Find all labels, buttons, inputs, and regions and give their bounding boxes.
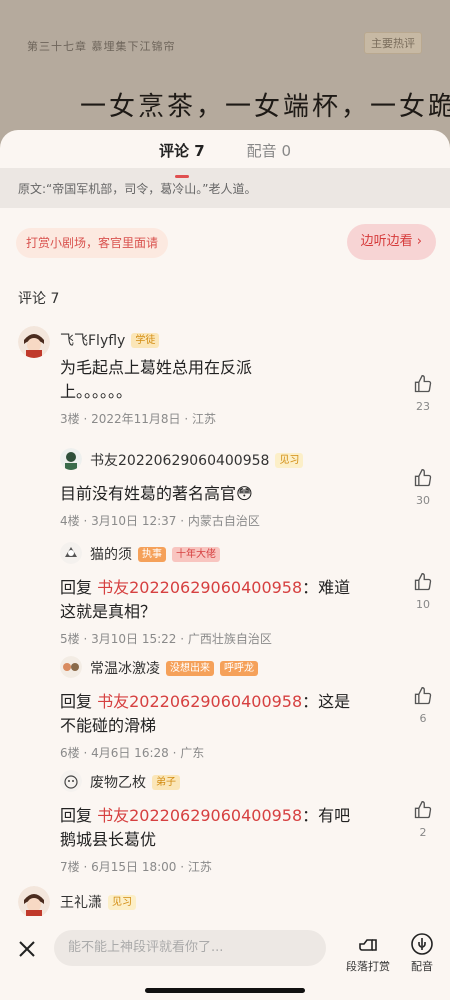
comment-meta: 3楼 · 2022年11月8日 · 江苏: [60, 412, 217, 426]
like-count: 30: [416, 494, 430, 507]
like-button[interactable]: 6: [412, 686, 434, 725]
avatar[interactable]: [60, 448, 82, 470]
thumbs-up-icon: [414, 468, 432, 487]
reward-row: 打赏小剧场，客官里面请 边听边看 ›: [0, 208, 450, 280]
comment-username[interactable]: 猫的须 执事 十年大佬: [90, 544, 220, 564]
chevron-right-icon: ›: [416, 234, 422, 249]
chapter-title: 第三十七章 慕埋集下江锦帘: [27, 40, 176, 53]
avatar[interactable]: [60, 656, 82, 678]
mention-link[interactable]: 书友20220629060400958: [97, 692, 302, 711]
close-icon[interactable]: [14, 936, 40, 962]
like-count: 6: [419, 712, 427, 725]
tab-bar: 评论 7 配音 0: [0, 130, 450, 178]
hot-comments-button[interactable]: 主要热评: [364, 32, 422, 54]
reward-theater-chip[interactable]: 打赏小剧场，客官里面请: [16, 228, 169, 258]
user-badge: 见习: [275, 452, 304, 468]
mention-link[interactable]: 书友20220629060400958: [97, 578, 302, 597]
dubbing-button[interactable]: 配音: [410, 932, 434, 974]
avatar[interactable]: [60, 542, 82, 564]
microphone-icon: [411, 933, 433, 955]
thumbs-up-icon: [414, 374, 432, 393]
book-page-background: 第三十七章 慕埋集下江锦帘 主要热评 一女烹茶，一女端杯，一女跪在: [0, 0, 450, 150]
like-button[interactable]: 2: [412, 800, 434, 839]
comment-meta: 7楼 · 6月15日 18:00 · 江苏: [60, 860, 212, 874]
thumbs-up-icon: [414, 686, 432, 705]
comment-meta: 6楼 · 4月6日 16:28 · 广东: [60, 746, 205, 760]
comment-username[interactable]: 书友20220629060400958 见习: [90, 450, 304, 470]
listen-while-reading-button[interactable]: 边听边看 ›: [346, 224, 436, 260]
comment-username[interactable]: 飞飞Flyfly 学徒: [60, 330, 160, 350]
home-indicator: [145, 988, 305, 993]
comment-meta: 5楼 · 3月10日 15:22 · 广西壮族自治区: [60, 632, 272, 646]
comment-text: 回复 书友20220629060400958：这是不能碰的滑梯: [60, 692, 351, 735]
user-badge: 十年大佬: [172, 546, 220, 562]
comment-sheet: 评论 7 配音 0 原文:“帝国军机部，司令，葛冷山。”老人道。 打赏小剧场，客…: [0, 130, 450, 1000]
like-button[interactable]: 23: [412, 374, 434, 413]
like-button[interactable]: 30: [412, 468, 434, 507]
original-text: 原文:“帝国军机部，司令，葛冷山。”老人道。: [0, 168, 450, 208]
book-text-line: 一女烹茶，一女端杯，一女跪在: [80, 92, 450, 122]
user-badge: 弟子: [152, 774, 180, 790]
listen-label: 边听边看: [360, 234, 413, 249]
comment-text: 目前没有姓葛的著名高官😳: [60, 484, 253, 503]
comment-meta: 4楼 · 3月10日 12:37 · 内蒙古自治区: [60, 514, 260, 528]
comment-username[interactable]: 废物乙枚 弟子: [90, 772, 180, 792]
comment-text: 回复 书友20220629060400958：难道这就是真相？: [60, 578, 351, 621]
comment-text: 回复 书友20220629060400958：有吧 鹅城县长葛优: [60, 806, 351, 849]
user-badge: 执事: [138, 546, 166, 562]
like-count: 23: [416, 400, 430, 413]
tab-dubbing[interactable]: 配音 0: [247, 140, 291, 168]
mention-link[interactable]: 书友20220629060400958: [97, 806, 302, 825]
avatar[interactable]: [18, 886, 50, 918]
avatar[interactable]: [18, 326, 50, 358]
like-button[interactable]: 10: [412, 572, 434, 611]
thumbs-up-icon: [414, 800, 432, 819]
comment-username[interactable]: 王礼潇 见习: [60, 892, 136, 912]
comment-username[interactable]: 常温冰激凌 没想出来 呼呼龙: [90, 658, 258, 678]
avatar[interactable]: [60, 770, 82, 792]
comment-input[interactable]: 能不能上神段评就看你了...: [54, 930, 326, 966]
user-badge: 见习: [108, 894, 136, 910]
tab-comments[interactable]: 评论 7: [159, 140, 205, 178]
thumbs-up-icon: [414, 572, 432, 591]
like-count: 10: [416, 598, 430, 611]
user-badge: 学徒: [131, 332, 160, 348]
paragraph-reward-button[interactable]: 段落打赏: [346, 932, 390, 974]
gift-hand-icon: [359, 939, 377, 951]
user-badge: 没想出来: [166, 660, 214, 676]
user-badge: 呼呼龙: [220, 660, 258, 676]
comments-count-header: 评论 7: [18, 291, 60, 307]
comment-text: 为毛起点上葛姓总用在反派上。。。。。。: [60, 358, 253, 401]
like-count: 2: [419, 826, 427, 839]
